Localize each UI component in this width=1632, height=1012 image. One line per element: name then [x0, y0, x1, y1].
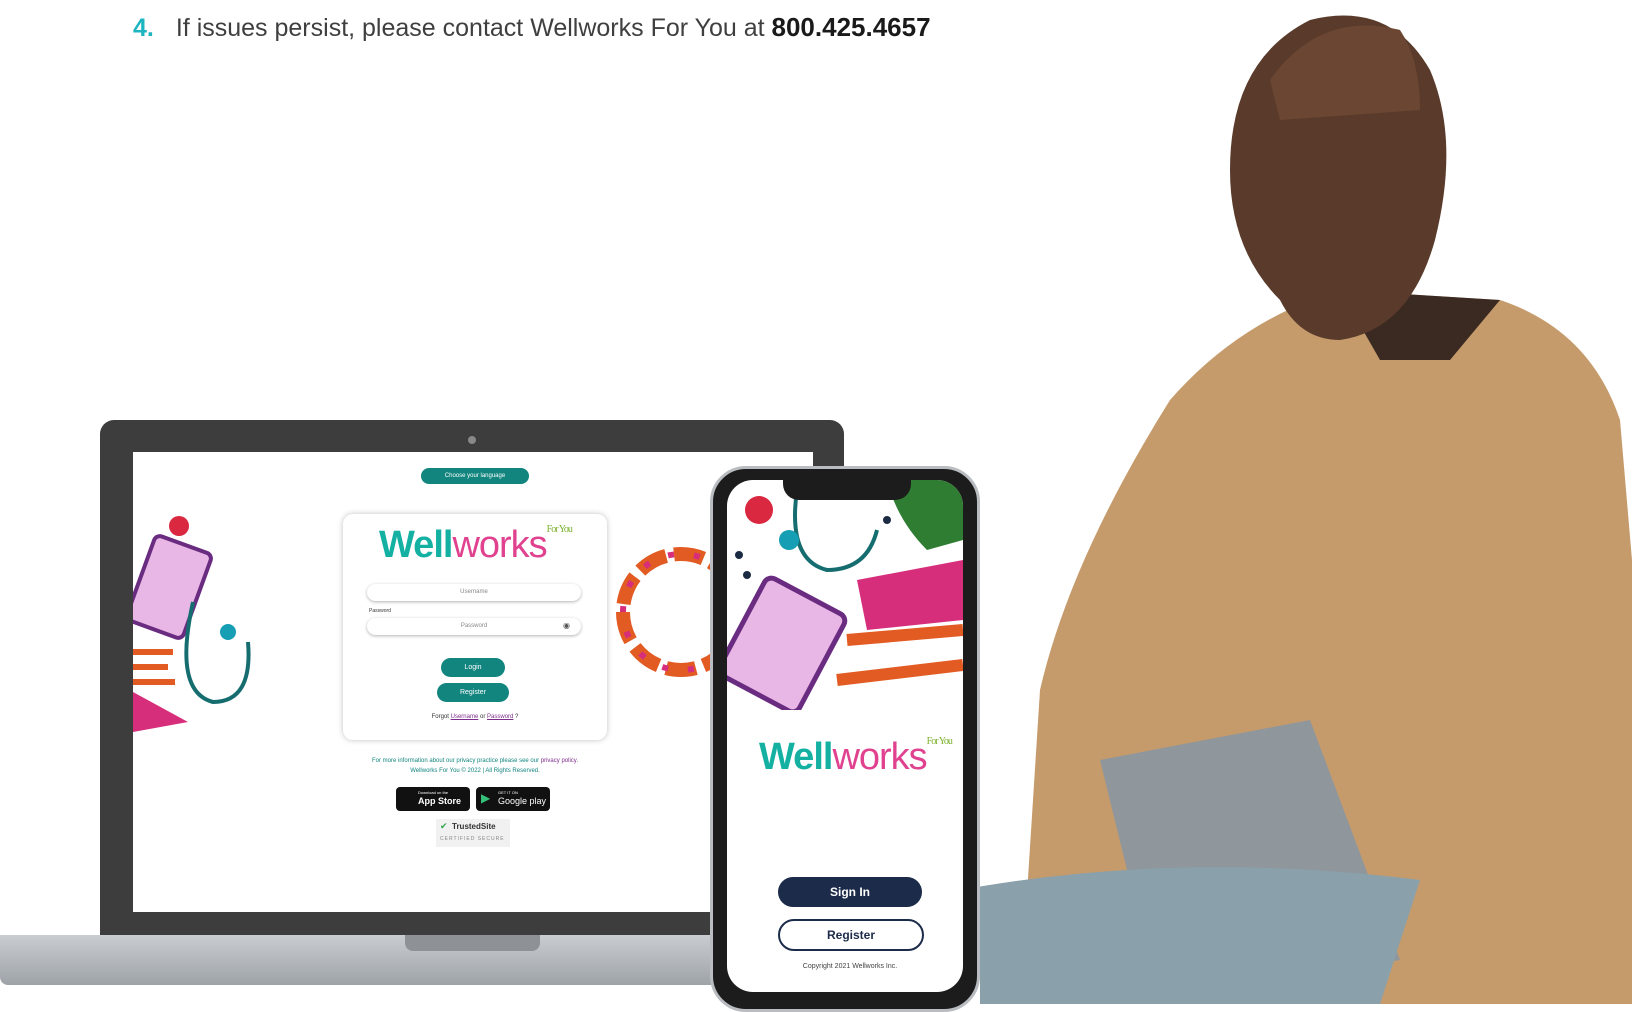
password-input[interactable]: Password: [367, 618, 581, 635]
laptop-copyright: Wellworks For You © 2022 | All Rights Re…: [410, 768, 540, 774]
show-password-eye-icon[interactable]: ◉: [563, 621, 570, 630]
phone-register-button[interactable]: Register: [778, 919, 924, 951]
play-icon: ▶: [481, 791, 491, 805]
register-button[interactable]: Register: [437, 683, 509, 702]
forgot-credentials: Forgot Username or Password ?: [431, 714, 519, 720]
phone-wellworks-logo: WellworksFor You: [759, 736, 953, 778]
forgot-password-link[interactable]: Password: [487, 714, 513, 720]
support-phone[interactable]: 800.425.4657: [772, 12, 931, 42]
health-illustration-left: [133, 516, 251, 732]
google-play-badge[interactable]: ▶ GET IT ON Google play: [476, 787, 550, 811]
sign-in-button[interactable]: Sign In: [778, 877, 922, 907]
man-with-laptop-photo: [980, 15, 1632, 1004]
username-input[interactable]: Username: [367, 584, 581, 601]
instruction-step: 4. If issues persist, please contact Well…: [133, 12, 931, 43]
check-shield-icon: ✔: [440, 821, 448, 831]
app-store-badge[interactable]: Download on the App Store: [396, 787, 470, 811]
veggie-wreath-illustration: [616, 547, 721, 677]
privacy-policy-link[interactable]: privacy policy.: [541, 758, 578, 764]
phone-screen: WellworksFor You: [727, 480, 963, 992]
forgot-username-link[interactable]: Username: [451, 714, 479, 720]
phone-health-illustration: [727, 480, 963, 710]
phone-notch: [783, 478, 911, 500]
password-label: Password: [369, 608, 391, 614]
phone-copyright: Copyright 2021 Wellworks Inc.: [802, 963, 898, 970]
privacy-notice: For more information about our privacy p…: [372, 758, 578, 764]
wellworks-logo: WellworksFor You: [379, 524, 573, 566]
login-card: WellworksFor You Username Password Passw…: [343, 514, 607, 740]
trustedsite-badge[interactable]: ✔ TrustedSite CERTIFIED SECURE: [436, 819, 510, 847]
step-number: 4.: [133, 14, 154, 42]
instruction-text: If issues persist, please contact Wellwo…: [175, 14, 765, 42]
login-button[interactable]: Login: [441, 658, 505, 677]
laptop-notch: [405, 935, 540, 951]
choose-language-button[interactable]: Choose your language: [421, 468, 529, 484]
laptop-camera: [468, 436, 476, 444]
